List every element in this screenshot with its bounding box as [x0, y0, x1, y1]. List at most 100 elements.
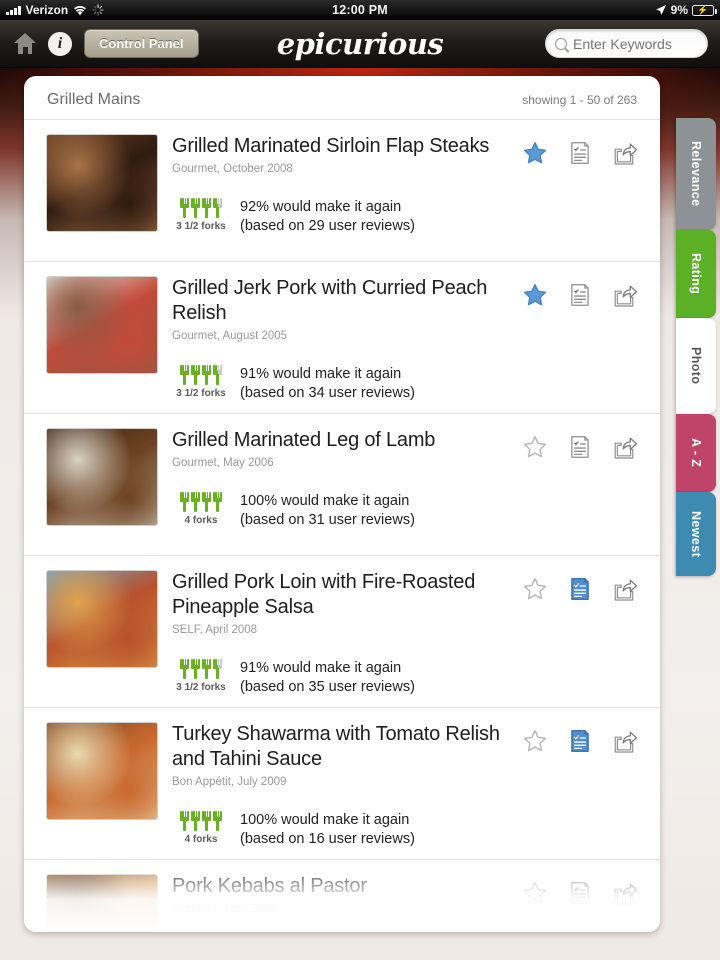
- sort-tab-a-z[interactable]: A - Z: [676, 414, 716, 492]
- recipe-source: Gourmet, October 2008: [172, 163, 293, 175]
- recipe-details: Grilled Marinated Leg of Lamb Gourmet, Ma…: [172, 428, 522, 545]
- recipe-list: Grilled Marinated Sirloin Flap Steaks Gou…: [24, 120, 660, 932]
- sort-tab-newest[interactable]: Newest: [676, 492, 716, 576]
- recipe-row[interactable]: Grilled Pork Loin with Fire-Roasted Pine…: [24, 556, 660, 708]
- share-icon[interactable]: [612, 282, 638, 308]
- share-icon[interactable]: [612, 576, 638, 602]
- battery-charging-icon: ⚡: [692, 4, 717, 16]
- recipe-actions: [522, 134, 638, 251]
- location-arrow-icon: [655, 5, 666, 15]
- rating-summary: 100% would make it again (based on 16 use…: [240, 811, 415, 849]
- recipe-thumbnail[interactable]: [46, 570, 158, 668]
- status-bar-right: 9% ⚡: [655, 3, 717, 17]
- recipe-box-active-icon[interactable]: [567, 576, 593, 602]
- recipe-rating: 4 forks 100% would make it again (based on…: [172, 492, 516, 530]
- star-outline-icon[interactable]: [522, 434, 548, 460]
- fork-rating-unit: [213, 492, 222, 512]
- recipe-title[interactable]: Grilled Marinated Leg of Lamb: [172, 428, 502, 453]
- recipe-details: Grilled Jerk Pork with Curried Peach Rel…: [172, 276, 522, 403]
- recipe-thumbnail[interactable]: [46, 874, 158, 932]
- share-icon[interactable]: [612, 880, 638, 906]
- fork-rating-unit: [191, 198, 200, 218]
- recipe-rating: 3 1/2 forks 91% would make it again (based…: [172, 659, 516, 697]
- sort-tab-label: Photo: [689, 347, 703, 385]
- control-panel-button[interactable]: Control Panel: [84, 29, 199, 58]
- recipe-title[interactable]: Grilled Jerk Pork with Curried Peach Rel…: [172, 276, 502, 326]
- recipe-thumbnail[interactable]: [46, 276, 158, 374]
- share-icon[interactable]: [612, 728, 638, 754]
- review-count: (based on 31 user reviews): [240, 512, 415, 528]
- fork-rating: 3 1/2 forks: [172, 365, 230, 399]
- sort-tab-label: Newest: [689, 510, 703, 558]
- sort-tab-rating[interactable]: Rating: [676, 230, 716, 318]
- recipe-actions: [522, 276, 638, 403]
- recipe-details: Grilled Pork Loin with Fire-Roasted Pine…: [172, 570, 522, 697]
- recipe-source: Gourmet, June 2008: [172, 903, 277, 915]
- fork-rating-unit: [191, 659, 200, 679]
- recipe-title[interactable]: Pork Kebabs al Pastor: [172, 874, 502, 899]
- fork-icons: [172, 659, 230, 679]
- rating-summary: 100% would make it again (based on 31 use…: [240, 492, 415, 530]
- rating-summary: 91% would make it again (based on 35 user…: [240, 659, 415, 697]
- recipe-row[interactable]: Grilled Jerk Pork with Curried Peach Rel…: [24, 262, 660, 414]
- star-outline-icon[interactable]: [522, 880, 548, 906]
- fork-rating-unit: [202, 492, 211, 512]
- fork-rating-unit: [202, 659, 211, 679]
- fork-rating-unit: [213, 198, 222, 218]
- fork-rating: 4 forks: [172, 811, 230, 845]
- share-icon[interactable]: [612, 434, 638, 460]
- sort-tabs: Relevance Rating Photo A - Z Newest: [672, 118, 720, 576]
- recipe-row[interactable]: Grilled Marinated Leg of Lamb Gourmet, Ma…: [24, 414, 660, 556]
- fork-rating-label: 3 1/2 forks: [176, 388, 226, 399]
- fork-rating-label: 4 forks: [184, 515, 218, 526]
- recipe-thumbnail[interactable]: [46, 134, 158, 232]
- fork-rating: 3 1/2 forks: [172, 659, 230, 693]
- fork-rating-unit: [213, 365, 222, 385]
- fork-icons: [172, 365, 230, 385]
- app-nav-bar: i Control Panel epicurious: [0, 20, 720, 68]
- rating-summary: 92% would make it again (based on 29 user…: [240, 198, 415, 236]
- recipe-box-icon[interactable]: [567, 434, 593, 460]
- recipe-thumbnail[interactable]: [46, 722, 158, 820]
- recipe-row[interactable]: Pork Kebabs al PastorGourmet, June 20086…: [24, 860, 660, 932]
- star-outline-icon[interactable]: [522, 576, 548, 602]
- star-filled-icon[interactable]: [522, 140, 548, 166]
- rating-summary: 91% would make it again (based on 34 user…: [240, 365, 415, 403]
- recipe-rating: 4 forks 100% would make it again (based on…: [172, 811, 516, 849]
- recipe-details: Grilled Marinated Sirloin Flap Steaks Gou…: [172, 134, 522, 251]
- fork-rating-unit: [202, 811, 211, 831]
- sort-tab-label: A - Z: [689, 438, 703, 468]
- info-icon[interactable]: i: [48, 31, 72, 56]
- recipe-actions: [522, 428, 638, 545]
- recipe-thumbnail[interactable]: [46, 428, 158, 526]
- fork-icons: [172, 198, 230, 218]
- recipe-rating: 3 1/2 forks 91% would make it again (based…: [172, 365, 516, 403]
- recipe-box-icon[interactable]: [567, 880, 593, 906]
- fork-rating-unit: [180, 365, 189, 385]
- recipe-box-icon[interactable]: [567, 140, 593, 166]
- sort-tab-relevance[interactable]: Relevance: [676, 118, 716, 230]
- make-again-percent: 92% would make it again: [240, 199, 402, 215]
- battery-percent-label: 9%: [670, 3, 688, 17]
- star-outline-icon[interactable]: [522, 728, 548, 754]
- recipe-rating: 3 1/2 forks 92% would make it again (based…: [172, 198, 516, 236]
- share-icon[interactable]: [612, 140, 638, 166]
- recipe-title[interactable]: Grilled Pork Loin with Fire-Roasted Pine…: [172, 570, 502, 620]
- recipe-title[interactable]: Grilled Marinated Sirloin Flap Steaks: [172, 134, 502, 159]
- fork-rating-unit: [191, 365, 200, 385]
- recipe-box-icon[interactable]: [567, 282, 593, 308]
- search-input[interactable]: [573, 35, 693, 52]
- recipe-source: Gourmet, August 2005: [172, 330, 288, 342]
- home-icon[interactable]: [12, 32, 38, 56]
- review-count: (based on 35 user reviews): [240, 679, 415, 695]
- recipe-box-active-icon[interactable]: [567, 728, 593, 754]
- ios-status-bar: Verizon 12:00 PM 9% ⚡: [0, 0, 720, 20]
- star-filled-icon[interactable]: [522, 282, 548, 308]
- search-box[interactable]: [545, 29, 708, 58]
- recipe-row[interactable]: Grilled Marinated Sirloin Flap Steaks Gou…: [24, 120, 660, 262]
- recipe-title[interactable]: Turkey Shawarma with Tomato Relish and T…: [172, 722, 502, 772]
- results-panel: Grilled Mains showing 1 - 50 of 263 Gril…: [24, 76, 660, 932]
- recipe-row[interactable]: Turkey Shawarma with Tomato Relish and T…: [24, 708, 660, 860]
- sort-tab-photo[interactable]: Photo: [676, 318, 716, 414]
- recipe-actions: [522, 874, 638, 932]
